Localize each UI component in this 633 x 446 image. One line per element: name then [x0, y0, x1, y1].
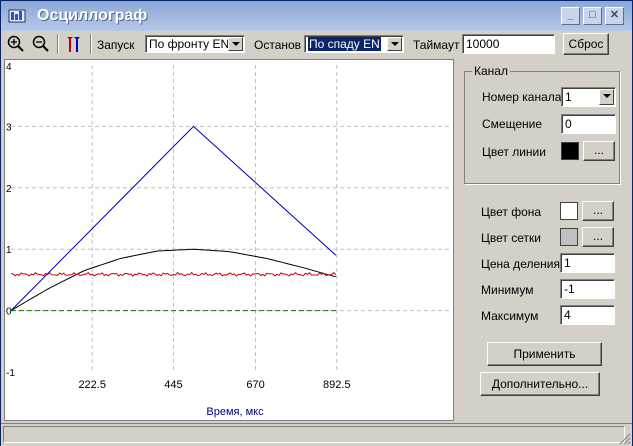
minimize-button[interactable]: _	[561, 7, 580, 25]
toolbar-separator	[90, 34, 92, 54]
zoom-out-icon[interactable]	[31, 34, 51, 54]
y-tick-label: -1	[6, 368, 15, 379]
bg-color-button[interactable]: ...	[582, 201, 614, 221]
timeout-label: Таймаут	[413, 38, 460, 52]
max-input[interactable]: 4	[560, 305, 615, 325]
oscilloscope-chart[interactable]: 4 3 2 1 0 -1 222.5 445 670 892.5 Время, мкс	[5, 60, 453, 420]
x-tick-label: 892.5	[323, 379, 351, 391]
chevron-down-icon[interactable]	[228, 37, 243, 51]
trigger-label: Запуск	[97, 38, 135, 52]
toolbar: Запуск По фронту EN Останов По спаду EN …	[1, 31, 632, 57]
grid-color-swatch[interactable]	[560, 228, 578, 246]
series-line	[10, 248, 337, 312]
timeout-value: 10000	[466, 37, 500, 51]
channel-group-title: Канал	[472, 64, 510, 78]
stop-select[interactable]: По спаду EN	[304, 35, 404, 53]
trigger-select[interactable]: По фронту EN	[145, 35, 245, 53]
chevron-down-icon[interactable]	[387, 37, 402, 51]
status-bar	[1, 423, 632, 446]
offset-value: 0	[565, 117, 572, 131]
resize-grip-icon[interactable]	[619, 433, 631, 445]
plot-area[interactable]: 4 3 2 1 0 -1 222.5 445 670 892.5 Время, мкс	[4, 59, 454, 421]
settings-panel: Канал Номер канала 1 Смещение 0 Цвет лин…	[457, 59, 632, 421]
close-button[interactable]: ✕	[605, 7, 624, 25]
stop-label: Останов	[254, 38, 302, 52]
oscilloscope-window: Осциллограф _ □ ✕ Запуск По фронту EN Ос…	[0, 0, 633, 446]
maximize-button[interactable]: □	[583, 7, 602, 25]
division-label: Цена деления	[481, 257, 560, 271]
chevron-down-icon[interactable]	[599, 89, 614, 105]
y-tick-label: 3	[6, 122, 12, 133]
y-tick-label: 2	[6, 184, 12, 195]
channel-number-select[interactable]: 1	[561, 87, 616, 107]
x-tick-label: 222.5	[78, 379, 106, 391]
min-value: -1	[564, 282, 575, 296]
more-button[interactable]: Дополнительно...	[480, 372, 600, 396]
grid-color-button[interactable]: ...	[582, 227, 614, 247]
window-title: Осциллограф	[37, 7, 148, 24]
y-tick-label: 1	[6, 245, 12, 256]
app-icon	[8, 9, 26, 23]
trigger-value: По фронту EN	[149, 37, 230, 51]
reset-button[interactable]: Сброс	[563, 33, 609, 55]
line-color-label: Цвет линии	[482, 145, 546, 159]
line-color-swatch[interactable]	[561, 142, 579, 160]
division-value: 1	[564, 256, 571, 270]
bg-color-swatch[interactable]	[560, 202, 578, 220]
offset-label: Смещение	[482, 117, 543, 131]
status-field	[3, 426, 625, 443]
min-input[interactable]: -1	[560, 279, 615, 299]
title-bar[interactable]: Осциллограф _ □ ✕	[1, 1, 632, 31]
apply-button[interactable]: Применить	[487, 342, 602, 366]
zoom-in-icon[interactable]	[6, 34, 26, 54]
max-label: Максимум	[481, 309, 539, 323]
division-input[interactable]: 1	[560, 253, 615, 273]
y-tick-label: 0	[6, 307, 12, 318]
x-axis-label: Время, мкс	[206, 406, 264, 418]
toolbar-separator	[57, 34, 59, 54]
timeout-input[interactable]: 10000	[462, 34, 555, 54]
line-color-button[interactable]: ...	[583, 141, 615, 161]
max-value: 4	[564, 308, 571, 322]
channel-number-value: 1	[565, 90, 572, 104]
y-tick-label: 4	[6, 62, 12, 73]
offset-input[interactable]: 0	[561, 114, 616, 134]
x-tick-label: 445	[164, 379, 182, 391]
bg-color-label: Цвет фона	[481, 205, 542, 219]
min-label: Минимум	[481, 283, 534, 297]
channel-group: Канал Номер канала 1 Смещение 0 Цвет лин…	[464, 64, 620, 184]
markers-icon[interactable]	[64, 34, 84, 54]
stop-value: По спаду EN	[308, 37, 381, 51]
channel-number-label: Номер канала	[482, 90, 562, 104]
x-tick-label: 670	[246, 379, 264, 391]
grid-color-label: Цвет сетки	[481, 231, 541, 245]
